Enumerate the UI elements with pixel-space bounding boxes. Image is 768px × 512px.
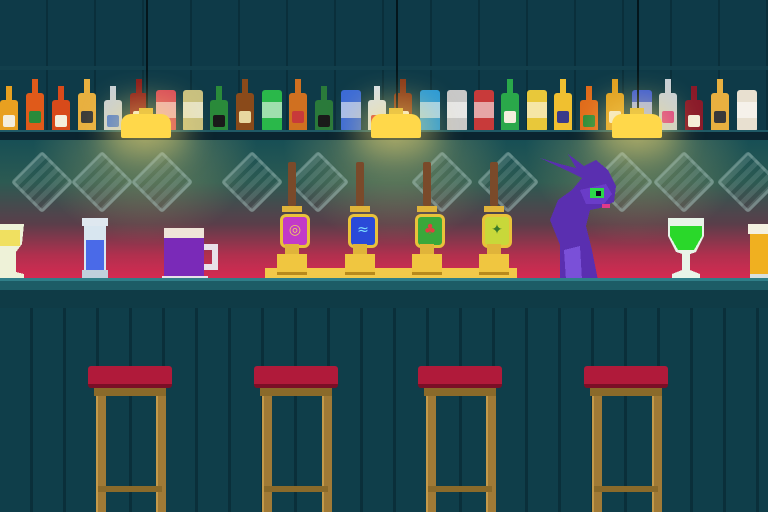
water-icon: ≈ [348, 214, 378, 248]
bottle [210, 86, 228, 132]
can [737, 90, 757, 132]
can [447, 90, 467, 132]
beer-tap[interactable]: ◎ [275, 162, 310, 280]
bottle [711, 79, 729, 132]
bottle [26, 79, 44, 132]
bottle [554, 79, 572, 132]
bar-stool[interactable] [584, 366, 668, 512]
bar-stool[interactable] [88, 366, 172, 512]
clover-icon: ♣ [415, 214, 445, 248]
lemon-icon: ✦ [482, 214, 512, 248]
lamp-cord [396, 0, 398, 108]
pendant-lamp [608, 108, 666, 138]
swirl-icon: ◎ [280, 214, 310, 248]
can [262, 90, 282, 132]
shelf-back [0, 66, 768, 70]
can [183, 90, 203, 132]
bar-stool[interactable] [418, 366, 502, 512]
bottle [501, 79, 519, 132]
blue-drink-glass [82, 218, 108, 280]
bottle [315, 86, 333, 132]
can [341, 90, 361, 132]
lamp-cord [637, 0, 639, 108]
tavern-bar-scene: ◎ ≈ ♣ ✦ [0, 0, 768, 512]
bottle [289, 79, 307, 132]
bottle [685, 86, 703, 132]
beer-tap[interactable]: ✦ [477, 162, 512, 280]
bottle [78, 79, 96, 132]
lamp-cord [146, 0, 148, 108]
bottle [236, 79, 254, 132]
beer-tap[interactable]: ≈ [343, 162, 378, 280]
pendant-lamp [367, 108, 425, 138]
dragon-bartender[interactable] [520, 150, 630, 280]
bottle [0, 86, 18, 132]
pendant-lamp [117, 108, 175, 138]
lamp-glow [0, 140, 768, 280]
bottle [52, 86, 70, 132]
green-drink-glass [668, 218, 704, 280]
purple-beer-mug [162, 228, 218, 280]
bottle [580, 86, 598, 132]
yellow-cocktail-glass [0, 224, 24, 280]
beer-tap[interactable]: ♣ [410, 162, 445, 280]
amber-beer-glass [748, 224, 768, 280]
can [474, 90, 494, 132]
can [527, 90, 547, 132]
bar-stool[interactable] [254, 366, 338, 512]
